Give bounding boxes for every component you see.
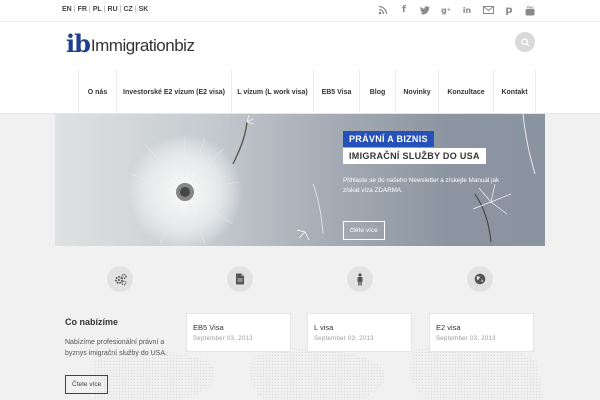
nav-item-e2-visa[interactable]: Investorské E2 vízum (E2 visa) [116, 70, 231, 114]
hero-badge-primary: PRÁVNÍ A BIZNIS [343, 131, 434, 147]
youtube-icon[interactable]: You [524, 4, 536, 16]
site-logo[interactable]: ib Immigrationbiz [66, 29, 195, 58]
post-title[interactable]: L visa [314, 323, 333, 332]
offer-title: Co nabízíme [65, 317, 119, 327]
twitter-icon[interactable] [419, 4, 431, 16]
nav-item-l-visa[interactable]: L vízum (L work visa) [231, 70, 313, 114]
google-plus-icon[interactable]: g + [440, 4, 452, 16]
email-icon[interactable] [482, 4, 494, 16]
offer-text: Nabízíme profesionální právní a byznys i… [65, 339, 167, 357]
post-card[interactable]: EB5 Visa September 03, 2013 [186, 313, 291, 352]
feature-icons-row [55, 260, 545, 300]
main-nav: O nás Investorské E2 vízum (E2 visa) L v… [0, 70, 600, 114]
post-title[interactable]: E2 visa [436, 323, 461, 332]
post-date: September 03, 2013 [436, 336, 496, 342]
top-bar: EN | FR | PL | RU | CZ | SK f g + in p You [0, 0, 600, 22]
linkedin-icon[interactable]: in [461, 4, 473, 16]
search-button[interactable] [515, 32, 535, 52]
post-date: September 03, 2013 [193, 336, 253, 342]
document-icon[interactable] [227, 266, 253, 292]
facebook-icon[interactable]: f [398, 4, 410, 16]
lang-cz[interactable]: CZ [123, 6, 132, 13]
rss-icon[interactable] [377, 4, 389, 16]
language-switcher: EN | FR | PL | RU | CZ | SK [62, 6, 149, 13]
gears-icon[interactable] [107, 266, 133, 292]
site-header: ib Immigrationbiz O nás Investorské E2 v… [0, 22, 600, 114]
lang-pl[interactable]: PL [93, 6, 102, 13]
nav-item-o-nas[interactable]: O nás [78, 70, 116, 114]
offer-section: Co nabízíme Nabízíme profesionální právn… [55, 300, 545, 400]
logo-text: Immigrationbiz [90, 36, 195, 55]
post-date: September 03, 2013 [314, 336, 374, 342]
hero-read-more-button[interactable]: čtěte více [343, 221, 385, 240]
hero-slider[interactable]: PRÁVNÍ A BIZNIS IMIGRAČNÍ SLUŽBY DO USA … [55, 114, 545, 246]
nav-item-konzultace[interactable]: Konzultace [438, 70, 493, 114]
lang-fr[interactable]: FR [78, 6, 87, 13]
logo-mark: ib [66, 29, 91, 58]
search-icon [520, 37, 530, 47]
social-links: f g + in p You [377, 4, 536, 16]
person-icon[interactable] [347, 266, 373, 292]
lang-en[interactable]: EN [62, 6, 72, 13]
nav-item-blog[interactable]: Blog [359, 70, 395, 114]
post-title[interactable]: EB5 Visa [193, 323, 224, 332]
nav-item-novinky[interactable]: Novinky [395, 70, 438, 114]
hero-badge-secondary: IMIGRAČNÍ SLUŽBY DO USA [343, 148, 486, 164]
lang-ru[interactable]: RU [108, 6, 118, 13]
hero-description: Přihlaste se do našeho Newsletter a získ… [343, 177, 500, 194]
lang-sk[interactable]: SK [139, 6, 149, 13]
nav-item-kontakt[interactable]: Kontakt [493, 70, 536, 114]
post-card[interactable]: E2 visa September 03, 2013 [429, 313, 534, 352]
nav-item-eb5-visa[interactable]: EB5 Visa [313, 70, 359, 114]
pinterest-icon[interactable]: p [503, 4, 515, 16]
svg-text:You: You [526, 5, 535, 9]
globe-icon[interactable] [467, 266, 493, 292]
post-card[interactable]: L visa September 03, 2013 [307, 313, 412, 352]
offer-read-more-button[interactable]: Čtete více [65, 375, 109, 394]
